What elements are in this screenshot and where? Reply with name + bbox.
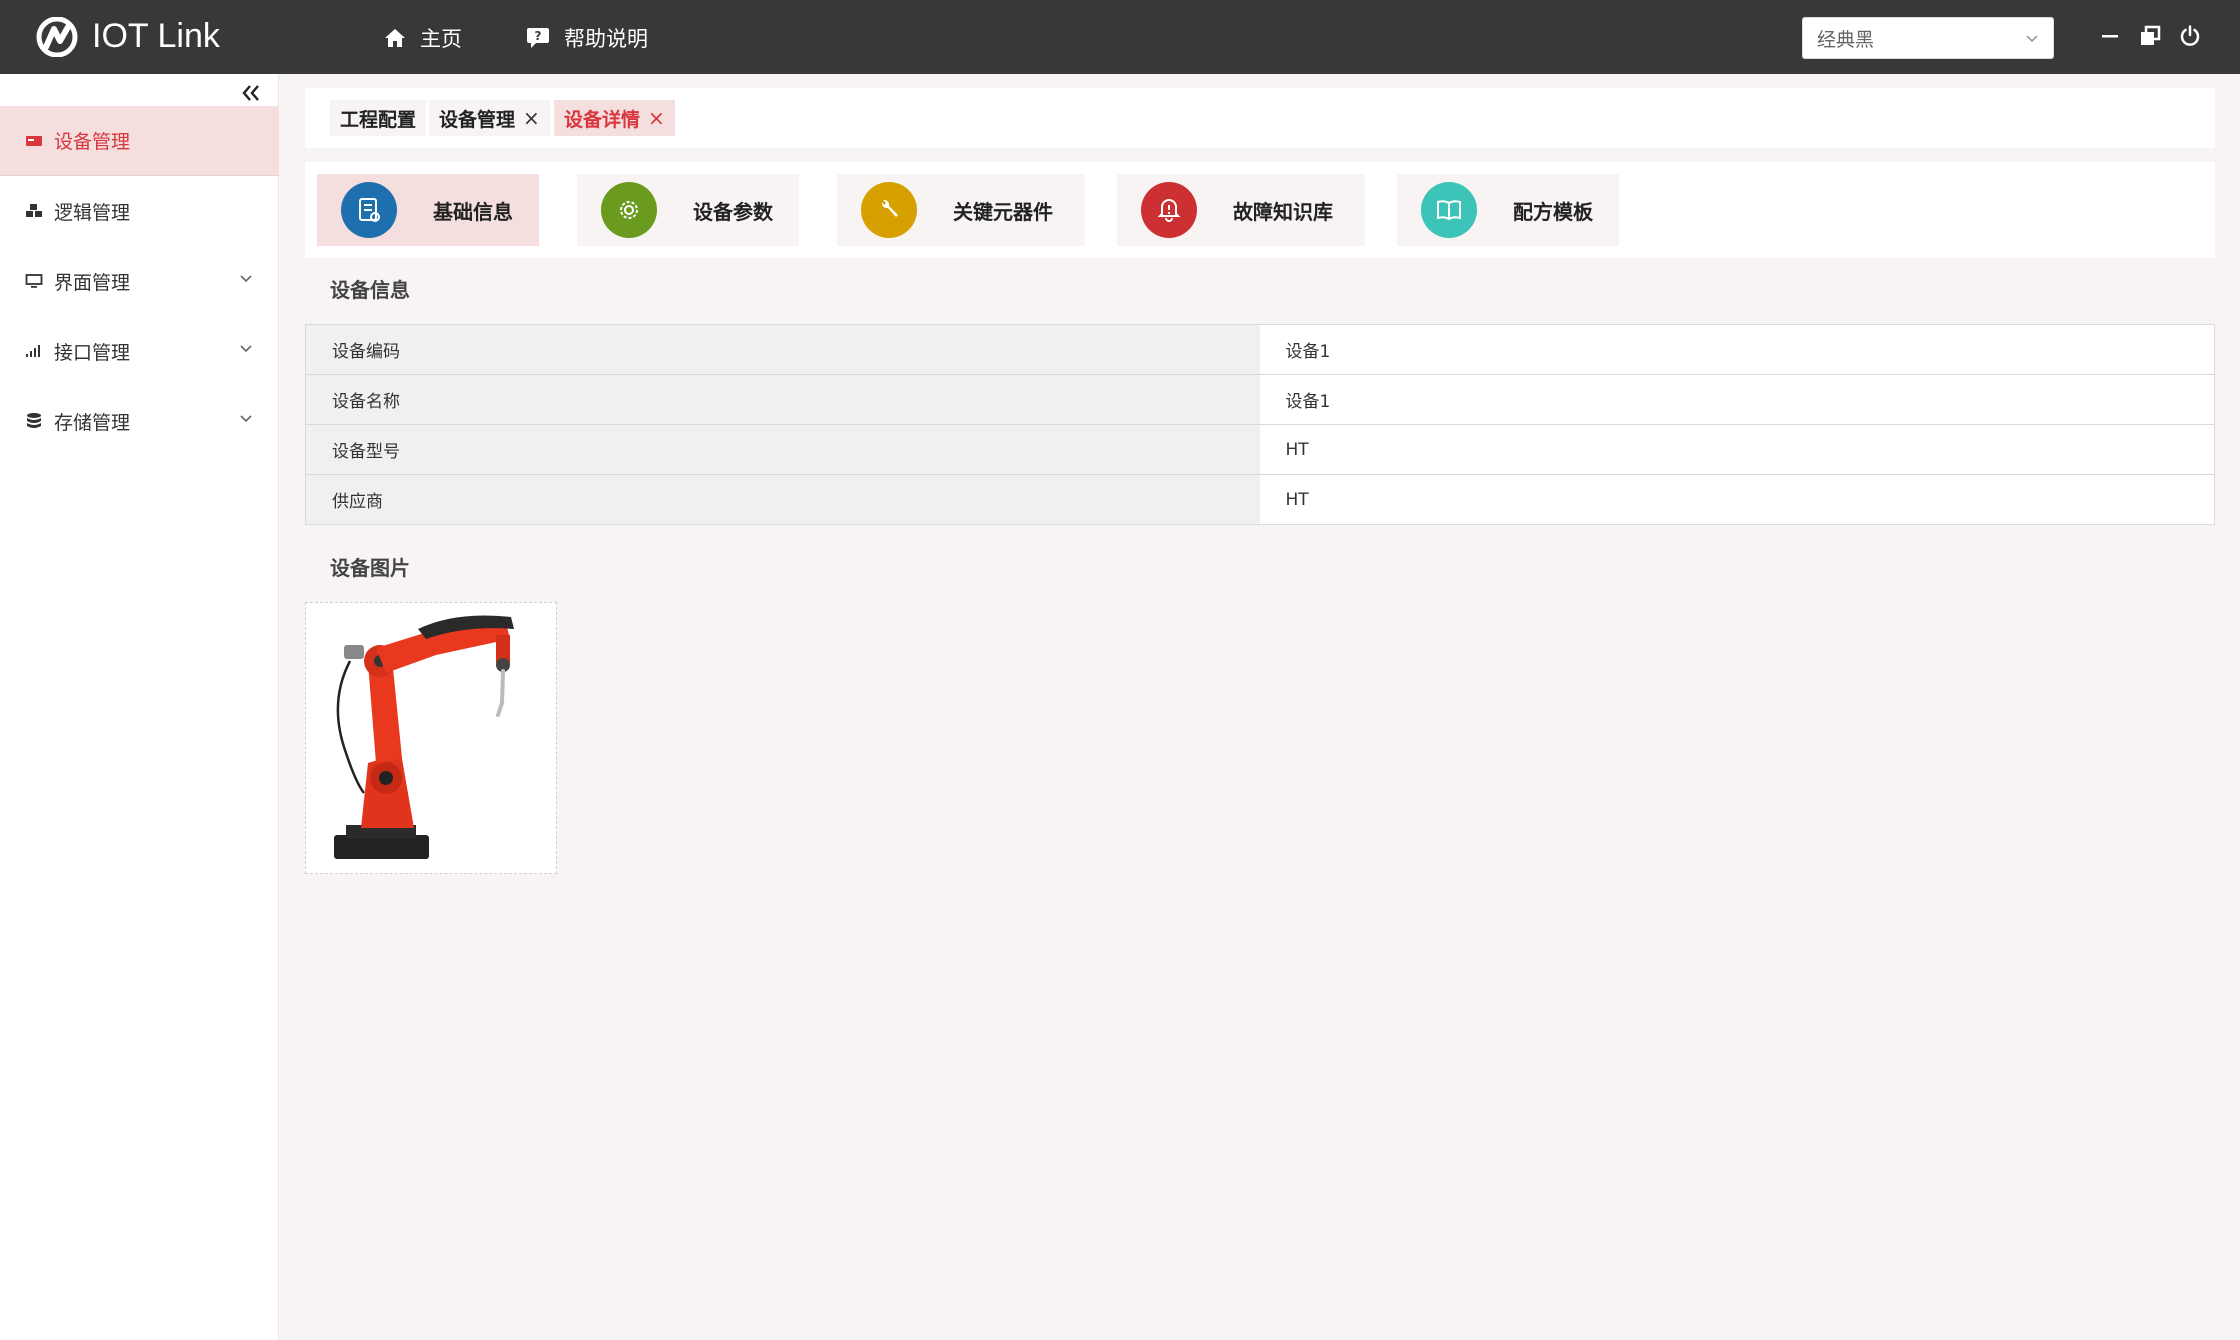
nav-help-label: 帮助说明 bbox=[564, 27, 648, 51]
tile-basic-info[interactable]: 基础信息 bbox=[317, 174, 539, 246]
table-value: HT bbox=[1259, 474, 2215, 525]
tab-device-detail[interactable]: 设备详情 × bbox=[554, 100, 675, 136]
tile-key-components[interactable]: 关键元器件 bbox=[837, 174, 1085, 246]
sidebar-item-ui-management[interactable]: 界面管理 bbox=[0, 246, 279, 316]
sidebar: 设备管理 逻辑管理 界面管理 接口管理 存储管理 bbox=[0, 74, 279, 1340]
tile-fault-knowledge[interactable]: 故障知识库 bbox=[1117, 174, 1365, 246]
table-row: 设备型号 HT bbox=[305, 424, 2215, 475]
double-chevron-left-icon bbox=[242, 85, 259, 101]
close-icon[interactable]: × bbox=[648, 106, 665, 130]
tile-label: 故障知识库 bbox=[1233, 199, 1333, 224]
table-value: 设备1 bbox=[1259, 324, 2215, 375]
cubes-icon bbox=[24, 201, 44, 221]
section-title-device-image: 设备图片 bbox=[330, 556, 410, 580]
sidebar-item-logic-management[interactable]: 逻辑管理 bbox=[0, 176, 279, 246]
nav-home-label: 主页 bbox=[420, 27, 462, 51]
document-icon bbox=[341, 182, 397, 238]
app-title: IOT Link bbox=[92, 17, 220, 55]
tile-recipe-template[interactable]: 配方模板 bbox=[1397, 174, 1619, 246]
app-logo-icon bbox=[36, 17, 78, 57]
tile-label: 基础信息 bbox=[433, 199, 513, 224]
sidebar-item-label: 设备管理 bbox=[54, 131, 131, 153]
table-key: 供应商 bbox=[305, 474, 1260, 525]
signal-icon bbox=[24, 341, 44, 361]
tab-project-config[interactable]: 工程配置 bbox=[330, 100, 427, 136]
tile-label: 配方模板 bbox=[1513, 199, 1593, 224]
table-value: 设备1 bbox=[1259, 374, 2215, 425]
sidebar-collapse-button[interactable] bbox=[236, 78, 266, 108]
power-button[interactable] bbox=[2174, 20, 2206, 52]
chevron-down-icon bbox=[240, 345, 252, 353]
device-icon bbox=[24, 131, 44, 151]
table-key: 设备编码 bbox=[305, 324, 1260, 375]
nav-home[interactable]: 主页 bbox=[384, 20, 462, 56]
minimize-icon bbox=[2102, 35, 2118, 38]
section-title-device-info: 设备信息 bbox=[330, 278, 410, 302]
bell-alert-icon bbox=[1141, 182, 1197, 238]
industrial-robot-arm-image bbox=[334, 615, 514, 859]
sidebar-item-device-management[interactable]: 设备管理 bbox=[0, 106, 279, 176]
book-icon bbox=[1421, 182, 1477, 238]
theme-select[interactable]: 经典黑 bbox=[1802, 17, 2054, 59]
wrench-icon bbox=[861, 182, 917, 238]
table-key: 设备型号 bbox=[305, 424, 1260, 475]
chevron-down-icon bbox=[2026, 35, 2038, 43]
tab-label: 工程配置 bbox=[340, 108, 417, 131]
table-value: HT bbox=[1259, 424, 2215, 475]
chevron-down-icon bbox=[240, 415, 252, 423]
device-image[interactable] bbox=[305, 602, 557, 874]
sidebar-item-label: 接口管理 bbox=[54, 341, 131, 364]
tab-label: 设备管理 bbox=[439, 108, 516, 131]
tile-label: 设备参数 bbox=[693, 199, 773, 224]
table-row: 设备名称 设备1 bbox=[305, 374, 2215, 425]
tile-label: 关键元器件 bbox=[953, 199, 1053, 224]
svg-text:?: ? bbox=[535, 29, 542, 43]
database-icon bbox=[24, 411, 44, 431]
table-key: 设备名称 bbox=[305, 374, 1260, 425]
breadcrumb-tabs: 工程配置 设备管理 × 设备详情 × bbox=[305, 88, 2215, 148]
gear-icon bbox=[601, 182, 657, 238]
restore-icon bbox=[2141, 25, 2161, 45]
tab-device-management[interactable]: 设备管理 × bbox=[429, 100, 550, 136]
table-row: 设备编码 设备1 bbox=[305, 324, 2215, 375]
table-row: 供应商 HT bbox=[305, 474, 2215, 525]
tile-device-params[interactable]: 设备参数 bbox=[577, 174, 799, 246]
chevron-down-icon bbox=[240, 275, 252, 283]
sidebar-item-label: 界面管理 bbox=[54, 271, 131, 294]
detail-function-bar: 基础信息 设备参数 关键元器件 故障知识库 配方模板 bbox=[305, 162, 2215, 258]
sidebar-item-label: 逻辑管理 bbox=[54, 201, 131, 224]
sidebar-item-interface-management[interactable]: 接口管理 bbox=[0, 316, 279, 386]
top-bar: IOT Link 主页 ? 帮助说明 经典黑 bbox=[0, 0, 2240, 74]
tab-label: 设备详情 bbox=[564, 108, 641, 131]
home-icon bbox=[385, 29, 405, 47]
sidebar-item-storage-management[interactable]: 存储管理 bbox=[0, 386, 279, 456]
close-icon[interactable]: × bbox=[523, 106, 540, 130]
sidebar-item-label: 存储管理 bbox=[54, 411, 131, 434]
restore-button[interactable] bbox=[2134, 20, 2166, 52]
power-icon bbox=[2180, 25, 2200, 46]
minimize-button[interactable] bbox=[2094, 20, 2126, 52]
help-icon: ? bbox=[527, 28, 549, 48]
device-info-table: 设备编码 设备1 设备名称 设备1 设备型号 HT 供应商 HT bbox=[305, 324, 2215, 525]
nav-help[interactable]: ? 帮助说明 bbox=[526, 20, 648, 56]
monitor-icon bbox=[24, 271, 44, 291]
theme-select-value: 经典黑 bbox=[1817, 28, 1875, 51]
